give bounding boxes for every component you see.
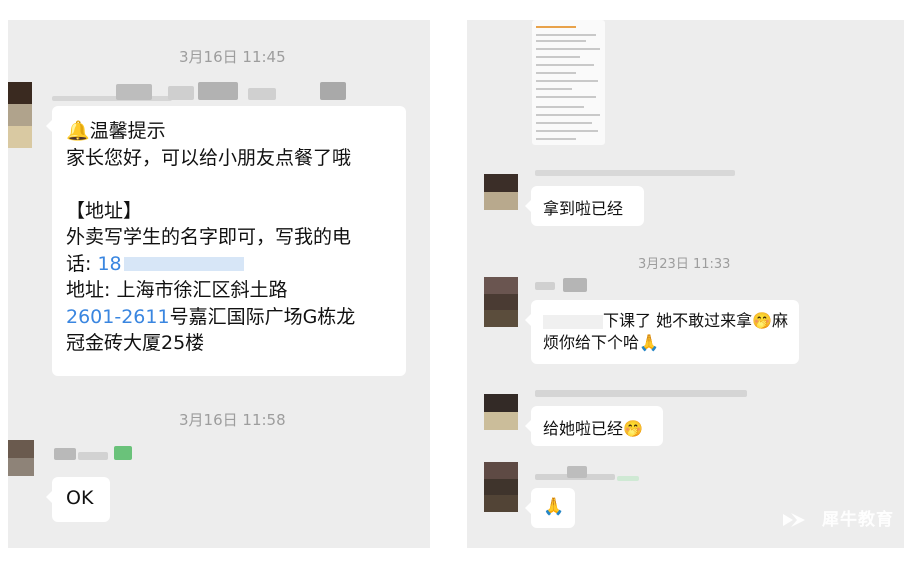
address-header: 【地址】 — [66, 199, 143, 222]
sender-name-blurred — [535, 390, 747, 397]
notice-title: 温馨提示 — [89, 120, 166, 142]
sender-name-blurred — [535, 170, 735, 176]
image-message-screenshot[interactable] — [532, 20, 605, 145]
address-line: 地址: 上海市徐汇区斜土路 — [66, 279, 288, 301]
avatar[interactable] — [484, 462, 518, 512]
watermark-text: 犀牛教育 — [822, 510, 894, 530]
smirk-emoji-icon: 🤭 — [752, 311, 773, 330]
pray-emoji-icon: 🙏 — [543, 497, 565, 517]
chat-panel-right: 拿到啦已经 3月23日 11:33 下课了 她不敢过来拿🤭麻 烦你给下个哈🙏 给… — [467, 20, 904, 548]
message-text: OK — [66, 487, 94, 509]
phone-label: 话: — [66, 252, 98, 275]
address-line: 冠金砖大厦25楼 — [66, 332, 205, 354]
timestamp: 3月16日 11:45 — [179, 48, 286, 66]
message-text: 拿到啦已经 — [543, 199, 624, 218]
avatar[interactable] — [484, 277, 518, 327]
message-bubble[interactable]: 🙏 — [525, 488, 575, 528]
message-bubble[interactable]: 给她啦已经🤭 — [525, 406, 663, 446]
message-text: 烦你给下个哈 — [543, 333, 640, 352]
avatar[interactable] — [8, 440, 34, 476]
timestamp: 3月16日 11:58 — [179, 411, 286, 429]
avatar[interactable] — [484, 394, 518, 430]
smirk-emoji-icon: 🤭 — [623, 419, 643, 438]
message-bubble-ok[interactable]: OK — [46, 477, 110, 522]
address-number-link[interactable]: 2601-2611 — [66, 306, 170, 328]
blurred-text — [543, 314, 603, 329]
rhino-logo-icon — [783, 513, 806, 527]
pray-emoji-icon: 🙏 — [639, 333, 659, 352]
timestamp: 3月23日 11:33 — [638, 257, 731, 272]
phone-link[interactable]: 18 — [97, 253, 121, 275]
watermark-logo: 犀牛教育 — [781, 505, 894, 530]
message-text: 麻 — [772, 311, 789, 330]
message-bubble[interactable]: 拿到啦已经 — [525, 186, 644, 226]
notice-greeting: 家长您好，可以给小朋友点餐了哦 — [66, 146, 352, 169]
chat-panel-left: 3月16日 11:45 🔔温馨提示 家长您好，可以给小朋友点餐了哦 【地址】 外… — [8, 20, 430, 548]
notice-line: 外卖写学生的名字即可，写我的电 — [66, 226, 352, 248]
avatar[interactable] — [484, 174, 518, 210]
phone-blurred — [123, 257, 244, 271]
address-line: 号嘉汇国际广场G栋龙 — [169, 305, 356, 328]
message-text: 下课了 她不敢过来拿 — [603, 311, 753, 330]
message-bubble[interactable]: 下课了 她不敢过来拿🤭麻 烦你给下个哈🙏 — [525, 300, 799, 364]
avatar[interactable] — [8, 82, 32, 148]
message-bubble-notice[interactable]: 🔔温馨提示 家长您好，可以给小朋友点餐了哦 【地址】 外卖写学生的名字即可，写我… — [46, 106, 406, 376]
message-text: 给她啦已经 — [543, 419, 624, 438]
bell-icon: 🔔 — [66, 120, 90, 142]
